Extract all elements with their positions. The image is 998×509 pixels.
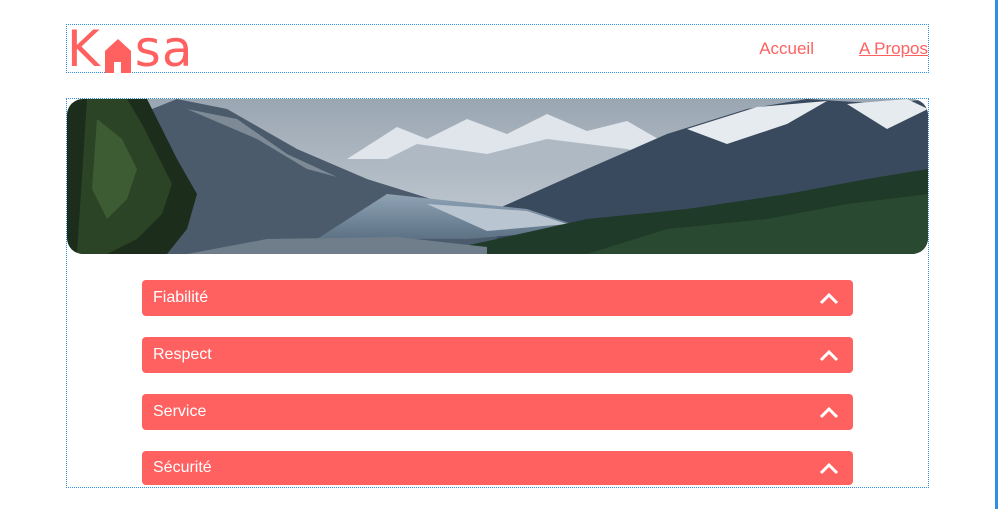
- main-nav: Accueil A Propos: [759, 39, 928, 59]
- collapse-title: Fiabilité: [153, 289, 209, 306]
- collapse-fiabilite[interactable]: Fiabilité: [142, 280, 853, 316]
- logo-letters-sa: sa: [134, 20, 194, 78]
- logo[interactable]: K sa: [67, 20, 194, 78]
- chevron-up-icon[interactable]: [819, 461, 839, 475]
- collapse-respect[interactable]: Respect: [142, 337, 853, 373]
- collapse-service[interactable]: Service: [142, 394, 853, 430]
- mountain-banner-image: [67, 99, 928, 254]
- nav-a-propos-link[interactable]: A Propos: [859, 39, 928, 59]
- chevron-up-icon[interactable]: [819, 291, 839, 305]
- about-main: Fiabilité Respect Service Sécurité: [66, 98, 929, 488]
- chevron-up-icon[interactable]: [819, 348, 839, 362]
- collapse-title: Sécurité: [153, 459, 212, 476]
- site-header: K sa Accueil A Propos: [66, 20, 929, 78]
- house-icon: [103, 29, 133, 73]
- collapse-securite[interactable]: Sécurité: [142, 451, 853, 485]
- logo-letter-k: K: [67, 20, 101, 78]
- chevron-up-icon[interactable]: [819, 405, 839, 419]
- collapse-title: Service: [153, 403, 207, 420]
- nav-accueil-link[interactable]: Accueil: [759, 39, 814, 59]
- collapse-title: Respect: [153, 346, 212, 363]
